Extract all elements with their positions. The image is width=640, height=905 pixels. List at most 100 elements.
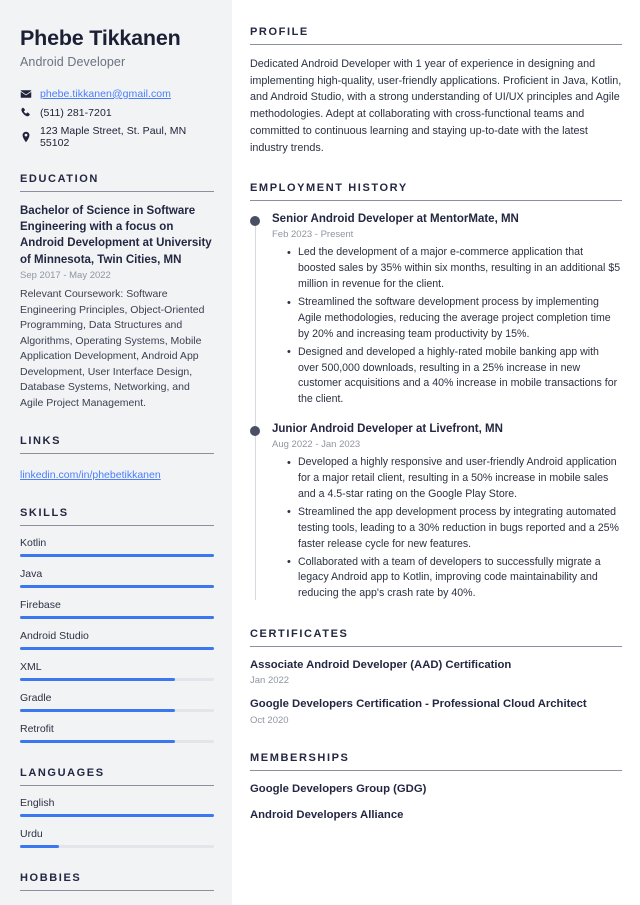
location-pin-icon — [20, 131, 32, 143]
skill-label: Kotlin — [20, 537, 47, 550]
skill-fill — [20, 554, 214, 558]
skill-fill — [20, 709, 176, 713]
link-item-linkedin[interactable]: linkedin.com/in/phebetikkanen — [20, 469, 161, 481]
skill-item: Gradle — [20, 692, 214, 713]
timeline-dot-icon — [250, 425, 260, 436]
section-memberships: MEMBERSHIPS Google Developers Group (GDG… — [250, 752, 622, 824]
section-employment-heading: EMPLOYMENT HISTORY — [250, 182, 622, 202]
skill-fill — [20, 740, 176, 744]
section-certificates: CERTIFICATES Associate Android Developer… — [250, 628, 622, 726]
certificate-date: Jan 2022 — [250, 675, 290, 687]
skill-item: XML — [20, 661, 214, 682]
section-memberships-heading: MEMBERSHIPS — [250, 752, 622, 771]
skill-track — [20, 647, 214, 651]
skill-label: Gradle — [20, 692, 52, 705]
skill-track — [20, 740, 214, 744]
skill-item: Retrofit — [20, 723, 214, 744]
job-date: Feb 2023 - Present — [272, 229, 354, 241]
skill-label: Android Studio — [20, 630, 89, 643]
contact-email[interactable]: phebe.tikkanen@gmail.com — [20, 87, 214, 101]
section-certificates-body: Associate Android Developer (AAD) Certif… — [250, 647, 622, 726]
skill-fill — [20, 678, 176, 682]
skill-label: XML — [20, 661, 42, 674]
job-point: Developed a highly responsive and user-f… — [287, 455, 622, 503]
resume-page: Phebe Tikkanen Android Developer phebe.t… — [0, 0, 640, 905]
language-track — [20, 814, 214, 818]
section-skills-body: Kotlin Java Firebase Android Studio XML — [20, 526, 214, 744]
sidebar: Phebe Tikkanen Android Developer phebe.t… — [0, 0, 232, 905]
job-role: Junior Android Developer at Livefront, M… — [272, 423, 503, 436]
skill-item: Java — [20, 568, 214, 589]
language-fill — [20, 845, 59, 849]
contact-phone-text: (511) 281-7201 — [40, 106, 112, 119]
section-links: LINKS linkedin.com/in/phebetikkanen — [20, 435, 214, 483]
language-fill — [20, 814, 214, 818]
section-links-heading: LINKS — [20, 435, 214, 455]
language-item: English — [20, 797, 214, 818]
certificate-title: Google Developers Certification - Profes… — [250, 698, 587, 711]
skill-track — [20, 616, 214, 620]
main-column: PROFILE Dedicated Android Developer with… — [232, 0, 640, 905]
skill-item: Kotlin — [20, 537, 214, 558]
membership-title: Android Developers Alliance — [250, 808, 404, 821]
certificate-title: Associate Android Developer (AAD) Certif… — [250, 659, 512, 672]
language-label: English — [20, 797, 55, 810]
skill-item: Firebase — [20, 599, 214, 620]
education-description: Relevant Coursework: Software Engineerin… — [20, 288, 205, 409]
skill-track — [20, 554, 214, 558]
job-role: Senior Android Developer at MentorMate, … — [272, 213, 519, 226]
skill-fill — [20, 647, 214, 651]
language-item: Urdu — [20, 828, 214, 849]
job-points: Developed a highly responsive and user-f… — [272, 455, 622, 602]
section-education-heading: EDUCATION — [20, 173, 214, 192]
profile-text: Dedicated Android Developer with 1 year … — [250, 58, 622, 154]
section-skills: SKILLS Kotlin Java Firebase Android Stud… — [20, 507, 214, 744]
envelope-icon — [20, 88, 32, 100]
education-degree: Bachelor of Science in Software Engineer… — [20, 204, 212, 266]
job-entry: Senior Android Developer at MentorMate, … — [250, 212, 622, 408]
skill-label: Retrofit — [20, 723, 54, 736]
section-languages-heading: LANGUAGES — [20, 767, 214, 787]
membership-title: Google Developers Group (GDG) — [250, 782, 427, 795]
language-label: Urdu — [20, 828, 43, 841]
contact-email-text[interactable]: phebe.tikkanen@gmail.com — [40, 88, 171, 100]
section-skills-heading: SKILLS — [20, 507, 214, 527]
section-languages-body: English Urdu — [20, 786, 214, 849]
job-date: Aug 2022 - Jan 2023 — [272, 439, 361, 451]
education-date: Sep 2017 - May 2022 — [20, 270, 111, 282]
section-languages: LANGUAGES English Urdu — [20, 767, 214, 849]
candidate-name: Phebe Tikkanen — [20, 26, 181, 50]
language-track — [20, 845, 214, 849]
contact-phone: (511) 281-7201 — [20, 106, 214, 120]
section-profile: PROFILE Dedicated Android Developer with… — [250, 26, 622, 156]
job-point: Streamlined the software development pro… — [287, 295, 622, 343]
section-profile-body: Dedicated Android Developer with 1 year … — [250, 45, 622, 156]
skill-item: Android Studio — [20, 630, 214, 651]
job-entry: Junior Android Developer at Livefront, M… — [250, 422, 622, 602]
section-hobbies: HOBBIES — [20, 872, 214, 892]
job-point: Led the development of a major e-commerc… — [287, 245, 622, 293]
section-hobbies-heading: HOBBIES — [20, 872, 214, 892]
section-education-body: Bachelor of Science in Software Engineer… — [20, 192, 214, 412]
job-points: Led the development of a major e-commerc… — [272, 245, 622, 408]
section-education: EDUCATION Bachelor of Science in Softwar… — [20, 173, 214, 412]
skill-track — [20, 678, 214, 682]
skill-label: Firebase — [20, 599, 61, 612]
employment-timeline: Senior Android Developer at MentorMate, … — [250, 212, 622, 602]
section-memberships-body: Google Developers Group (GDG) Android De… — [250, 771, 622, 824]
section-employment: EMPLOYMENT HISTORY Senior Android Develo… — [250, 182, 622, 602]
timeline-dot-icon — [250, 215, 260, 226]
skill-track — [20, 585, 214, 589]
skill-fill — [20, 616, 214, 620]
contact-address: 123 Maple Street, St. Paul, MN 55102 — [20, 125, 214, 149]
certificate-date: Oct 2020 — [250, 714, 289, 726]
section-certificates-heading: CERTIFICATES — [250, 628, 622, 648]
job-point: Designed and developed a highly-rated mo… — [287, 344, 622, 409]
certificate-entry: Associate Android Developer (AAD) Certif… — [250, 658, 622, 686]
contact-address-text: 123 Maple Street, St. Paul, MN 55102 — [40, 124, 187, 149]
candidate-job-title: Android Developer — [20, 54, 126, 69]
phone-icon — [20, 107, 32, 119]
job-point: Collaborated with a team of developers t… — [287, 554, 622, 603]
membership-entry: Android Developers Alliance — [250, 808, 622, 823]
section-employment-body: Senior Android Developer at MentorMate, … — [250, 201, 622, 602]
